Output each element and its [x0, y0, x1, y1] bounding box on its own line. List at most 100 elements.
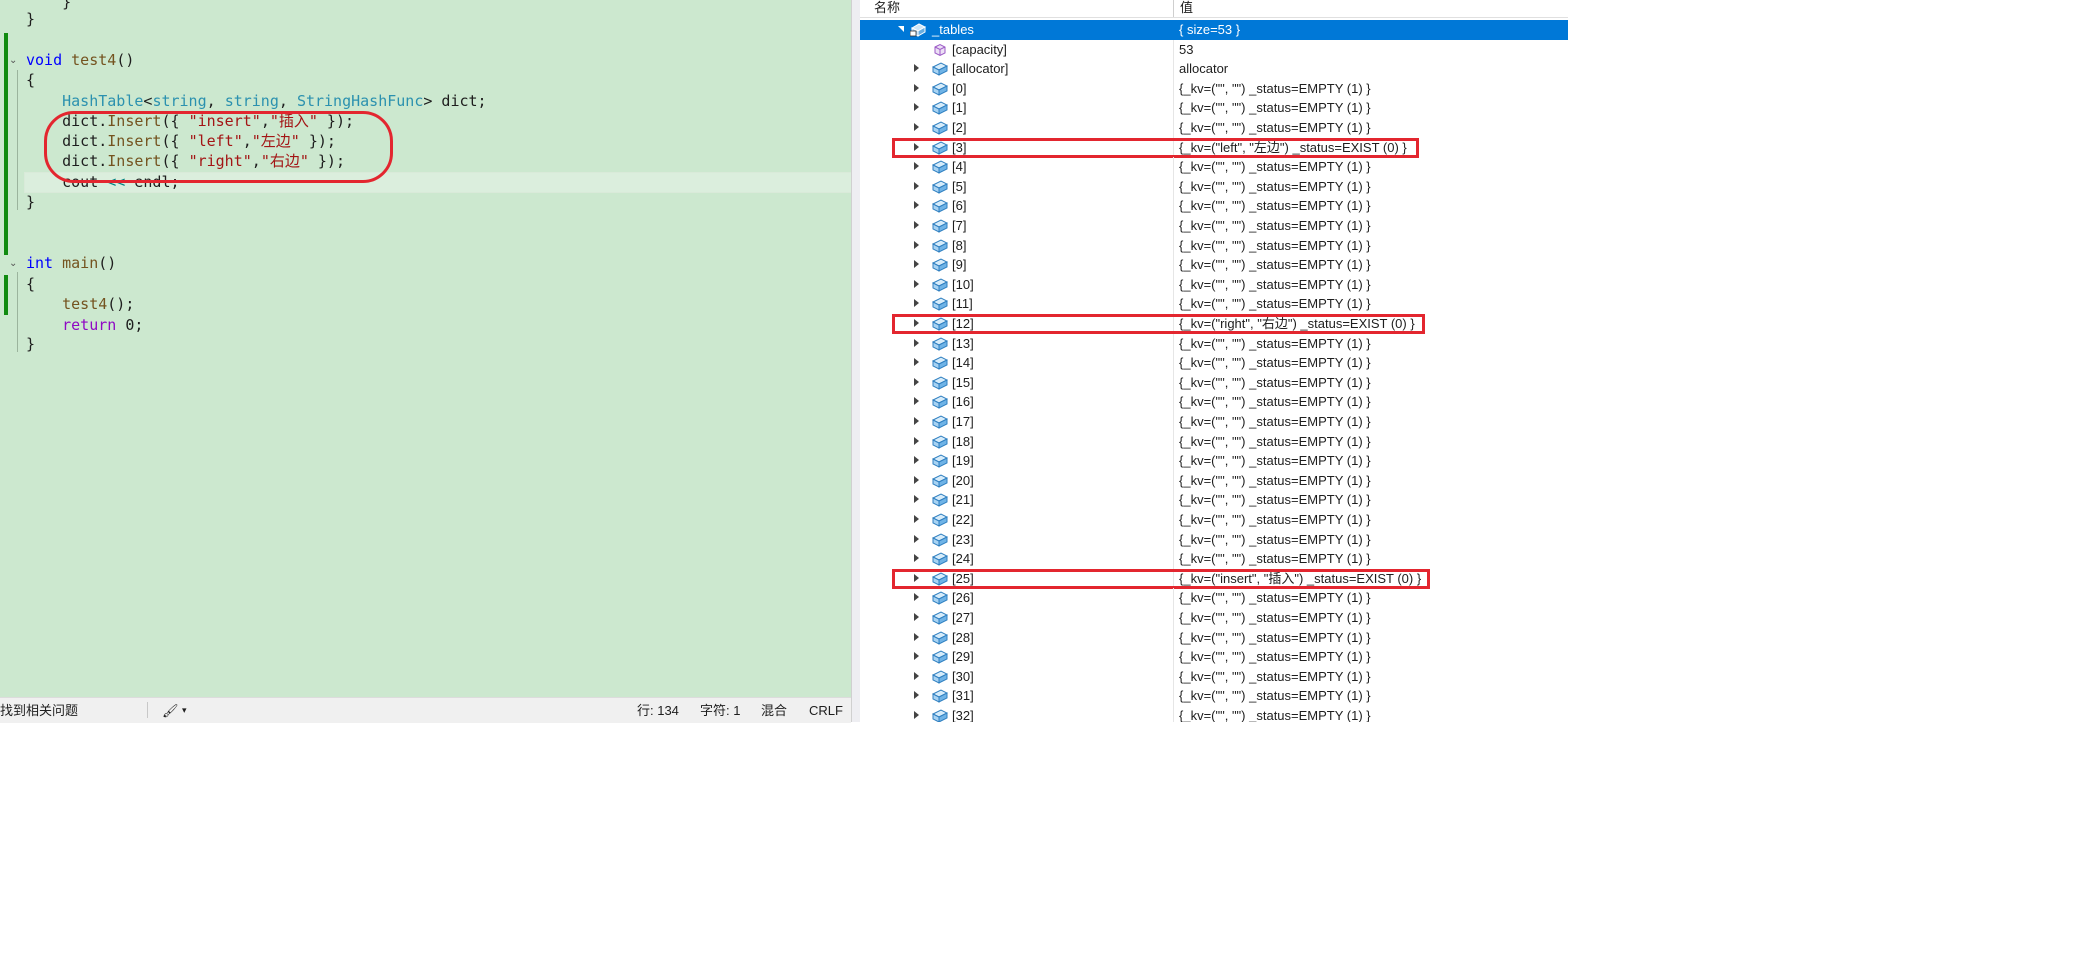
watch-item-value[interactable]: {_kv=("", "") _status=EMPTY (1) } — [1179, 392, 1371, 411]
watch-row[interactable]: [1] {_kv=("", "") _status=EMPTY (1) } — [860, 98, 1568, 118]
watch-row[interactable]: [10] {_kv=("", "") _status=EMPTY (1) } — [860, 274, 1568, 295]
watch-row[interactable]: [0] {_kv=("", "") _status=EMPTY (1) } — [860, 78, 1568, 99]
watch-item-value[interactable]: 53 — [1179, 40, 1193, 59]
watch-row[interactable]: [11] {_kv=("", "") _status=EMPTY (1) } — [860, 294, 1568, 314]
watch-item-value[interactable]: { size=53 } — [1179, 20, 1240, 39]
watch-row[interactable]: [8] {_kv=("", "") _status=EMPTY (1) } — [860, 235, 1568, 256]
expand-triangle-icon[interactable] — [914, 456, 919, 465]
watch-item-value[interactable]: {_kv=("", "") _status=EMPTY (1) } — [1179, 647, 1371, 666]
watch-item-value[interactable]: {_kv=("", "") _status=EMPTY (1) } — [1179, 549, 1371, 568]
watch-item-value[interactable]: {_kv=("", "") _status=EMPTY (1) } — [1179, 216, 1371, 235]
watch-row[interactable]: [14] {_kv=("", "") _status=EMPTY (1) } — [860, 353, 1568, 373]
watch-item-value[interactable]: {_kv=("", "") _status=EMPTY (1) } — [1179, 628, 1371, 647]
code-line[interactable]: return 0; — [26, 315, 143, 335]
watch-item-value[interactable]: {_kv=("", "") _status=EMPTY (1) } — [1179, 706, 1371, 722]
expand-triangle-icon[interactable] — [914, 358, 919, 367]
watch-item-value[interactable]: {_kv=("", "") _status=EMPTY (1) } — [1179, 373, 1371, 392]
watch-item-value[interactable]: {_kv=("", "") _status=EMPTY (1) } — [1179, 490, 1371, 509]
expand-triangle-icon[interactable] — [914, 299, 919, 308]
code-line[interactable]: } — [26, 9, 35, 29]
watch-row[interactable]: [13] {_kv=("", "") _status=EMPTY (1) } — [860, 333, 1568, 354]
watch-item-value[interactable]: {_kv=("", "") _status=EMPTY (1) } — [1179, 294, 1371, 313]
watch-item-value[interactable]: {_kv=("", "") _status=EMPTY (1) } — [1179, 157, 1371, 176]
expand-triangle-icon[interactable] — [914, 338, 919, 347]
column-header-name[interactable]: 名称 — [874, 0, 900, 16]
watch-row[interactable]: [3] {_kv=("left", "左边") _status=EXIST (0)… — [860, 137, 1568, 158]
watch-item-value[interactable]: {_kv=("", "") _status=EMPTY (1) } — [1179, 412, 1371, 431]
watch-item-value[interactable]: {_kv=("", "") _status=EMPTY (1) } — [1179, 79, 1371, 98]
expand-triangle-icon[interactable] — [914, 652, 919, 661]
char-position-indicator[interactable]: 字符: 1 — [700, 702, 740, 719]
watch-row[interactable]: [6] {_kv=("", "") _status=EMPTY (1) } — [860, 196, 1568, 216]
watch-item-value[interactable]: {_kv=("", "") _status=EMPTY (1) } — [1179, 530, 1371, 549]
expand-triangle-icon[interactable] — [914, 711, 919, 719]
code-line[interactable]: { — [26, 70, 35, 90]
expand-triangle-icon[interactable] — [914, 240, 919, 249]
watch-row[interactable]: [23] {_kv=("", "") _status=EMPTY (1) } — [860, 529, 1568, 550]
watch-row[interactable]: [32] {_kv=("", "") _status=EMPTY (1) } — [860, 706, 1568, 722]
fold-chevron-icon[interactable]: ⌄ — [9, 56, 19, 66]
expand-triangle-icon[interactable] — [914, 417, 919, 425]
code-line[interactable]: void test4() — [26, 50, 134, 70]
expand-triangle-icon[interactable] — [914, 671, 919, 680]
watch-row[interactable]: [9] {_kv=("", "") _status=EMPTY (1) } — [860, 255, 1568, 275]
fold-chevron-icon[interactable]: ⌄ — [9, 259, 19, 269]
expand-triangle-icon[interactable] — [914, 397, 919, 406]
watch-row[interactable]: [25] {_kv=("insert", "插入") _status=EXIST … — [860, 568, 1568, 589]
watch-row[interactable]: [28] {_kv=("", "") _status=EMPTY (1) } — [860, 627, 1568, 648]
watch-row-capacity[interactable]: [capacity] 53 — [860, 39, 1568, 60]
watch-item-value[interactable]: allocator — [1179, 59, 1228, 78]
expand-triangle-icon[interactable] — [914, 83, 919, 92]
expand-triangle-icon[interactable] — [914, 691, 919, 700]
expand-triangle-icon[interactable] — [914, 260, 919, 269]
watch-item-value[interactable]: {_kv=("", "") _status=EMPTY (1) } — [1179, 236, 1371, 255]
watch-row[interactable]: [27] {_kv=("", "") _status=EMPTY (1) } — [860, 608, 1568, 628]
code-cleanup-brush-icon[interactable]: 🖌 — [162, 702, 179, 719]
watch-item-value[interactable]: {_kv=("", "") _status=EMPTY (1) } — [1179, 334, 1371, 353]
watch-row[interactable]: [4] {_kv=("", "") _status=EMPTY (1) } — [860, 157, 1568, 177]
column-separator[interactable] — [1173, 0, 1174, 17]
expand-triangle-icon[interactable] — [914, 64, 919, 73]
watch-row[interactable]: [31] {_kv=("", "") _status=EMPTY (1) } — [860, 686, 1568, 706]
watch-item-value[interactable]: {_kv=("", "") _status=EMPTY (1) } — [1179, 667, 1371, 686]
watch-row[interactable]: [22] {_kv=("", "") _status=EMPTY (1) } — [860, 510, 1568, 530]
expanded-triangle-icon[interactable] — [898, 26, 904, 32]
watch-row[interactable]: [12] {_kv=("right", "右边") _status=EXIST (… — [860, 314, 1568, 334]
expand-triangle-icon[interactable] — [914, 593, 919, 602]
expand-triangle-icon[interactable] — [914, 632, 919, 641]
expand-triangle-icon[interactable] — [914, 613, 919, 621]
code-line[interactable]: HashTable<string, string, StringHashFunc… — [26, 91, 486, 111]
code-line[interactable]: int main() — [26, 253, 116, 273]
watch-item-value[interactable]: {_kv=("", "") _status=EMPTY (1) } — [1179, 686, 1371, 705]
watch-item-value[interactable]: {_kv=("", "") _status=EMPTY (1) } — [1179, 353, 1371, 372]
watch-item-value[interactable]: {_kv=("", "") _status=EMPTY (1) } — [1179, 255, 1371, 274]
watch-item-value[interactable]: {_kv=("", "") _status=EMPTY (1) } — [1179, 451, 1371, 470]
code-line[interactable]: } — [26, 192, 35, 212]
watch-row[interactable]: [18] {_kv=("", "") _status=EMPTY (1) } — [860, 431, 1568, 452]
watch-row[interactable]: [7] {_kv=("", "") _status=EMPTY (1) } — [860, 216, 1568, 236]
watch-row-allocator[interactable]: [allocator] allocator — [860, 59, 1568, 79]
code-line[interactable]: } — [26, 334, 35, 354]
watch-row[interactable]: [2] {_kv=("", "") _status=EMPTY (1) } — [860, 118, 1568, 138]
watch-row[interactable]: [29] {_kv=("", "") _status=EMPTY (1) } — [860, 647, 1568, 667]
watch-item-value[interactable]: {_kv=("", "") _status=EMPTY (1) } — [1179, 432, 1371, 451]
watch-row[interactable]: [17] {_kv=("", "") _status=EMPTY (1) } — [860, 412, 1568, 432]
watch-row[interactable]: [19] {_kv=("", "") _status=EMPTY (1) } — [860, 451, 1568, 471]
issues-status[interactable]: 找到相关问题 — [0, 702, 78, 719]
watch-item-value[interactable]: {_kv=("", "") _status=EMPTY (1) } — [1179, 196, 1371, 215]
expand-triangle-icon[interactable] — [914, 377, 919, 386]
expand-triangle-icon[interactable] — [914, 103, 919, 112]
expand-triangle-icon[interactable] — [914, 181, 919, 190]
watch-item-value[interactable]: {_kv=("", "") _status=EMPTY (1) } — [1179, 177, 1371, 196]
indent-mode-indicator[interactable]: 混合 — [761, 702, 787, 719]
watch-item-value[interactable]: {_kv=("", "") _status=EMPTY (1) } — [1179, 471, 1371, 490]
watch-item-value[interactable]: {_kv=("", "") _status=EMPTY (1) } — [1179, 98, 1371, 117]
watch-row-root[interactable]: _tables { size=53 } — [860, 20, 1568, 40]
column-header-value[interactable]: 值 — [1180, 0, 1193, 16]
code-editor[interactable]: } } ⌄ void test4() { HashTable<string, s… — [0, 0, 851, 697]
expand-triangle-icon[interactable] — [914, 436, 919, 445]
expand-triangle-icon[interactable] — [914, 495, 919, 504]
watch-item-value[interactable]: {_kv=("", "") _status=EMPTY (1) } — [1179, 588, 1371, 607]
expand-triangle-icon[interactable] — [914, 221, 919, 229]
watch-row[interactable]: [24] {_kv=("", "") _status=EMPTY (1) } — [860, 549, 1568, 569]
